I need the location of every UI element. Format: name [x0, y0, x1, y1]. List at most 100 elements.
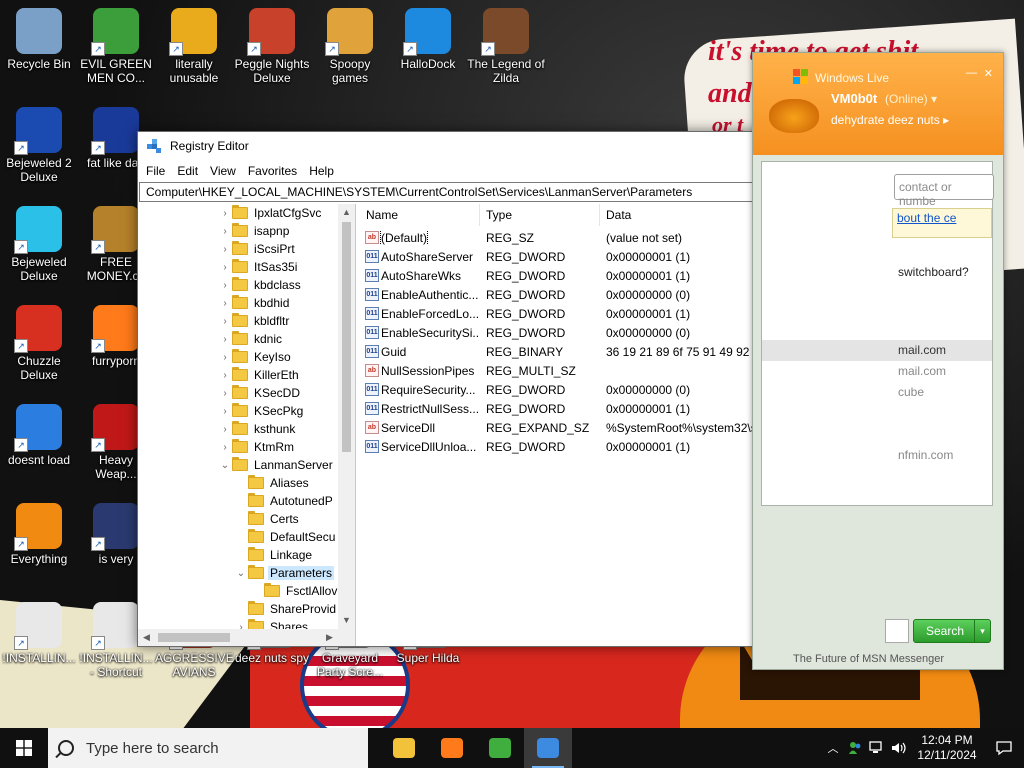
tree-vertical-scrollbar[interactable]: ▲ ▼ [338, 204, 355, 629]
chevron-right-icon[interactable]: › [218, 316, 232, 327]
tree-item[interactable]: › KSecDD [218, 384, 302, 402]
folder-icon [232, 439, 248, 453]
desktop-icon[interactable]: Everything [0, 503, 78, 566]
tree-item[interactable]: › IpxlatCfgSvc [218, 204, 323, 222]
tree-item[interactable]: › kdnic [218, 330, 284, 348]
notification-icon[interactable] [984, 740, 1024, 756]
chevron-down-icon[interactable]: ⌄ [218, 460, 232, 471]
tree-item[interactable]: FsctlAllov [250, 582, 339, 600]
desktop-icon[interactable]: Chuzzle Deluxe [0, 305, 78, 382]
list-item[interactable]: mail.com [762, 340, 992, 361]
value-type: REG_SZ [486, 230, 535, 245]
tree-item[interactable]: › KtmRm [218, 438, 296, 456]
menu-edit[interactable]: Edit [171, 164, 204, 178]
scroll-thumb-horizontal[interactable] [158, 633, 230, 642]
desktop-icon[interactable]: Peggle Nights Deluxe [233, 8, 311, 85]
tree-item[interactable]: › isapnp [218, 222, 291, 240]
msn-search-button[interactable]: Search ▾ [913, 619, 991, 643]
chuzzle-icon [14, 305, 62, 353]
tree-item[interactable]: DefaultSecu [234, 528, 337, 546]
scroll-down-arrow-icon[interactable]: ▼ [338, 612, 355, 629]
desktop-icon[interactable]: doesnt load [0, 404, 78, 467]
chevron-right-icon[interactable]: › [218, 226, 232, 237]
chevron-right-icon[interactable]: › [218, 388, 232, 399]
list-item[interactable]: cube [762, 382, 992, 403]
scroll-up-arrow-icon[interactable]: ▲ [338, 204, 355, 221]
taskbar-app[interactable] [524, 728, 572, 768]
tree-item-label: KSecDD [254, 386, 301, 400]
avatar[interactable] [769, 99, 819, 133]
chevron-right-icon[interactable]: › [218, 406, 232, 417]
tree-item[interactable]: › kbdclass [218, 276, 303, 294]
taskbar-app[interactable] [476, 728, 524, 768]
clock[interactable]: 12:04 PM 12/11/2024 [910, 733, 984, 763]
msn-personal-message[interactable]: dehydrate deez nuts ▸ [831, 113, 949, 127]
network-icon[interactable] [866, 741, 888, 755]
chevron-right-icon[interactable]: › [218, 352, 232, 363]
tree-item[interactable]: › iScsiPrt [218, 240, 297, 258]
desktop-icon[interactable]: Spoopy games [311, 8, 389, 85]
chevron-right-icon[interactable]: › [218, 334, 232, 345]
start-button[interactable] [0, 728, 48, 768]
binary-value-icon: 011 [365, 345, 379, 358]
menu-file[interactable]: File [140, 164, 171, 178]
tree-item[interactable]: › kbldfltr [218, 312, 291, 330]
desktop-icon[interactable]: The Legend of Zilda [467, 8, 545, 85]
msn-search-input[interactable]: contact or numbe [894, 174, 994, 208]
tree-item[interactable]: › KillerEth [218, 366, 301, 384]
chevron-right-icon[interactable]: › [218, 244, 232, 255]
tree-item[interactable]: AutotunedP [234, 492, 335, 510]
chevron-down-icon[interactable]: ▾ [974, 620, 990, 642]
list-item[interactable]: mail.com [762, 361, 992, 382]
menu-view[interactable]: View [204, 164, 242, 178]
tree-item[interactable]: › ItSas35i [218, 258, 299, 276]
desktop-icon[interactable]: Bejeweled 2 Deluxe [0, 107, 78, 184]
msn-messenger-window[interactable]: Windows Live — ✕ VM0b0t (Online) ▾ dehyd… [752, 52, 1004, 670]
desktop-icon[interactable]: Recycle Bin [0, 8, 78, 71]
chevron-right-icon[interactable]: › [218, 442, 232, 453]
chevron-right-icon[interactable]: › [218, 424, 232, 435]
tree-item[interactable]: Aliases [234, 474, 311, 492]
list-item[interactable]: nfmin.com [762, 445, 992, 466]
chevron-right-icon[interactable]: › [218, 208, 232, 219]
chevron-right-icon[interactable]: › [218, 298, 232, 309]
tree-item[interactable]: Linkage [234, 546, 314, 564]
tree-horizontal-scrollbar[interactable]: ◀ ▶ [138, 629, 338, 646]
chevron-right-icon[interactable]: › [218, 370, 232, 381]
desktop-icon[interactable]: HalloDock [389, 8, 467, 71]
scroll-left-arrow-icon[interactable]: ◀ [138, 629, 155, 646]
chevron-up-icon[interactable]: ︿ [822, 740, 844, 756]
tree-item[interactable]: › KSecPkg [218, 402, 305, 420]
desktop-icon[interactable]: !INSTALLIN... [0, 602, 78, 665]
taskbar-app[interactable] [428, 728, 476, 768]
tree-item[interactable]: ShareProvid [234, 600, 338, 618]
tree-item[interactable]: › kbdhid [218, 294, 291, 312]
msn-info-link[interactable]: bout the ce [892, 208, 992, 238]
tree-item[interactable]: Certs [234, 510, 301, 528]
tree-item[interactable]: › KeyIso [218, 348, 293, 366]
menu-favorites[interactable]: Favorites [242, 164, 303, 178]
desktop-icon[interactable]: literally unusable [155, 8, 233, 85]
column-header-type[interactable]: Type [480, 204, 600, 226]
taskbar-search-box[interactable]: Type here to search [48, 728, 368, 768]
tree-item[interactable]: ⌄ Parameters [234, 564, 335, 582]
msn-bottom-input[interactable] [885, 619, 909, 643]
chevron-right-icon[interactable]: › [218, 280, 232, 291]
msn-minimize-button[interactable]: — [966, 67, 977, 79]
msn-username[interactable]: VM0b0t [831, 91, 877, 106]
desktop-icon[interactable]: Bejeweled Deluxe [0, 206, 78, 283]
msn-close-button[interactable]: ✕ [984, 67, 993, 80]
msn-status[interactable]: (Online) ▾ [885, 92, 937, 106]
chevron-down-icon[interactable]: ⌄ [234, 568, 248, 579]
msn-tray-icon[interactable] [844, 741, 866, 755]
taskbar-app[interactable] [380, 728, 428, 768]
column-header-name[interactable]: Name [360, 204, 480, 226]
menu-help[interactable]: Help [303, 164, 340, 178]
desktop-icon[interactable]: EVIL GREEN MEN CO... [77, 8, 155, 85]
tree-item[interactable]: › ksthunk [218, 420, 297, 438]
volume-icon[interactable] [888, 741, 910, 755]
tree-item[interactable]: ⌄ LanmanServer [218, 456, 335, 474]
scroll-right-arrow-icon[interactable]: ▶ [321, 629, 338, 646]
scroll-thumb[interactable] [342, 222, 351, 452]
chevron-right-icon[interactable]: › [218, 262, 232, 273]
